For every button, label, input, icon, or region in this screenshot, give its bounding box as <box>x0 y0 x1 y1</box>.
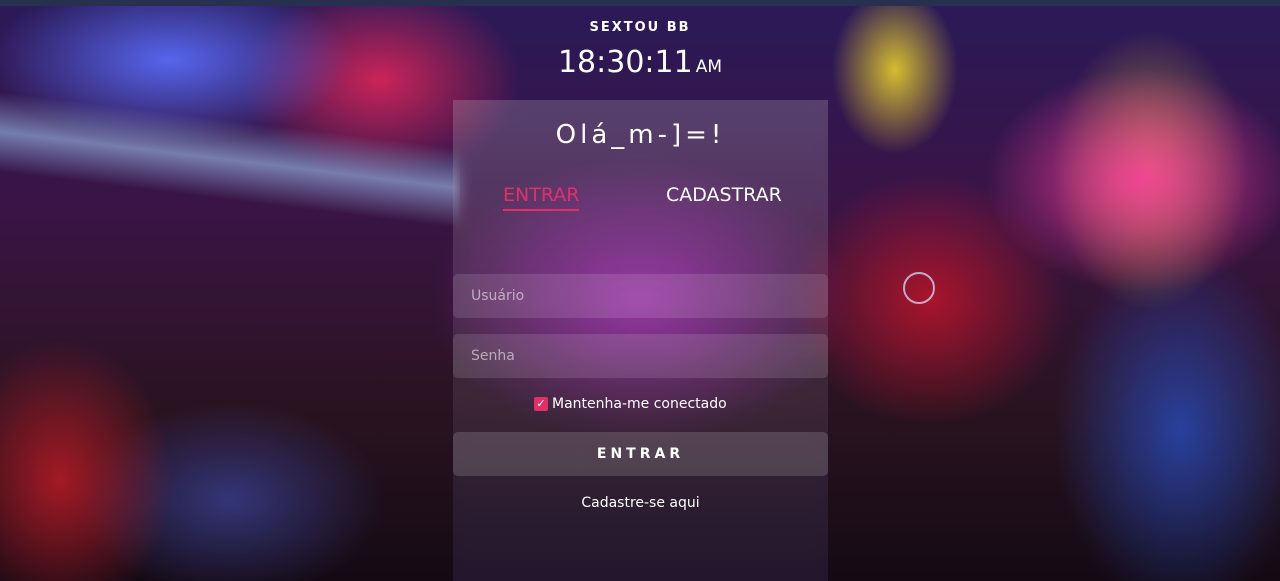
top-bar <box>0 0 1280 6</box>
password-input[interactable] <box>453 334 828 378</box>
register-link[interactable]: Cadastre-se aqui <box>453 495 828 511</box>
username-input[interactable] <box>453 274 828 318</box>
login-button[interactable]: ENTRAR <box>453 432 828 476</box>
clock-ampm: AM <box>695 57 723 77</box>
remember-label: Mantenha-me conectado <box>552 396 727 412</box>
clock-time: 18:30:11 AM <box>550 45 730 80</box>
cursor-indicator <box>903 272 935 304</box>
check-icon: ✓ <box>536 397 546 410</box>
clock-widget: SEXTOU BB 18:30:11 AM <box>550 20 730 80</box>
auth-tabs: ENTRAR CADASTRAR <box>453 184 828 214</box>
remember-checkbox[interactable]: ✓ <box>534 397 548 411</box>
remember-me[interactable]: ✓ Mantenha-me conectado <box>534 396 727 412</box>
login-panel: Olá_m-]=! ENTRAR CADASTRAR ✓ Mantenha-me… <box>453 100 828 581</box>
clock-label: SEXTOU BB <box>589 20 691 35</box>
tab-entrar[interactable]: ENTRAR <box>503 184 580 211</box>
tab-cadastrar[interactable]: CADASTRAR <box>666 184 782 206</box>
greeting-title: Olá_m-]=! <box>555 120 726 150</box>
clock-time-value: 18:30:11 <box>557 45 693 80</box>
